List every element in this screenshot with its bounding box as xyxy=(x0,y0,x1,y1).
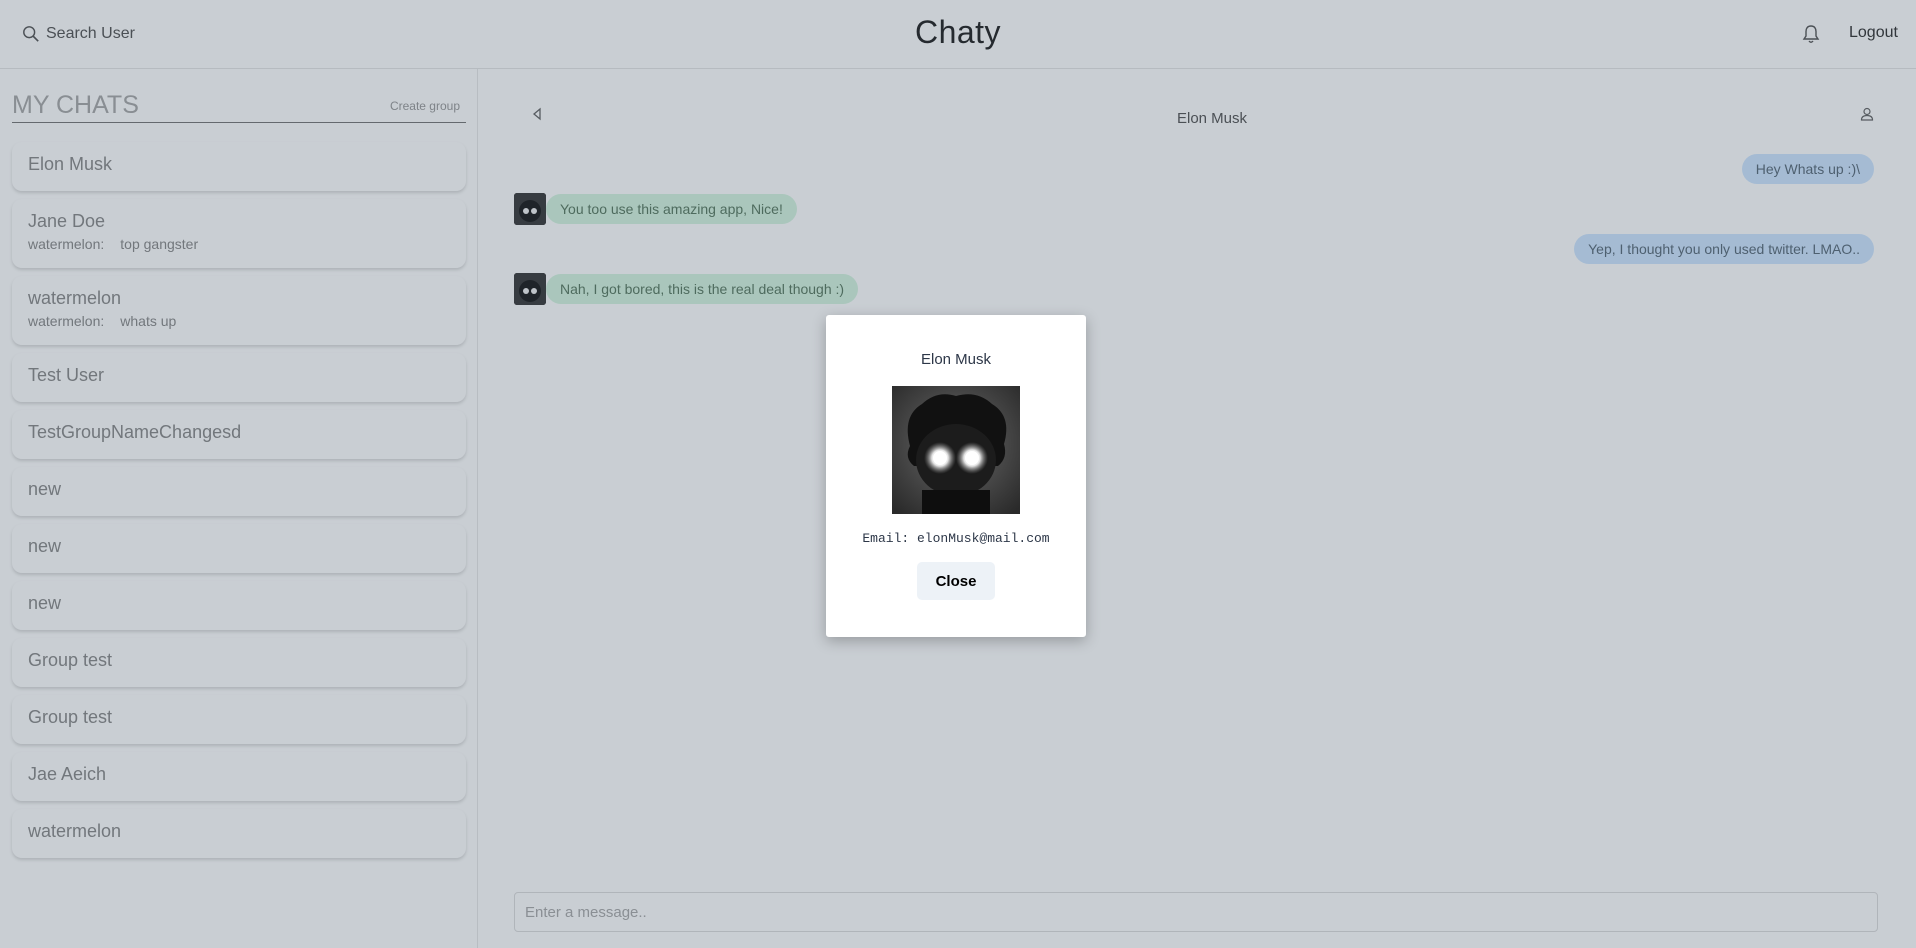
profile-modal: Elon Musk Email: elonMusk@mail.com Close xyxy=(826,315,1086,637)
close-button[interactable]: Close xyxy=(917,562,995,600)
profile-picture xyxy=(892,386,1020,514)
modal-user-name: Elon Musk xyxy=(920,351,992,368)
modal-email: Email: elonMusk@mail.com xyxy=(862,531,1050,546)
